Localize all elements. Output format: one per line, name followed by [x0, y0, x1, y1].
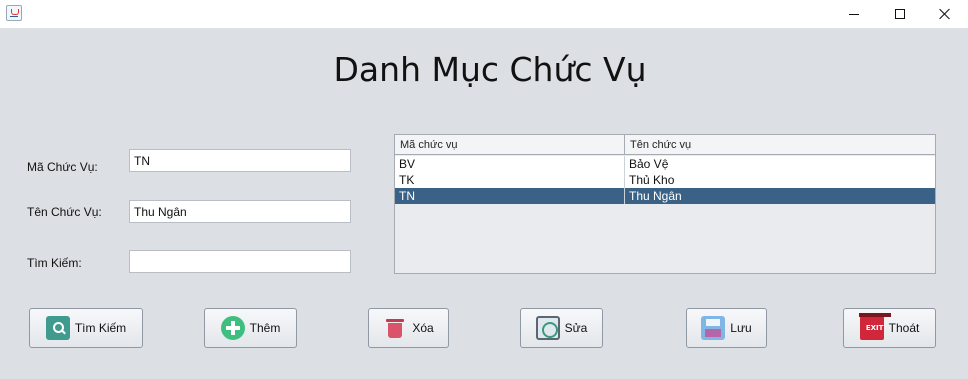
table-row[interactable]: BV Bảo Vệ: [395, 156, 935, 172]
exit-button[interactable]: EXIT Thoát: [843, 308, 936, 348]
column-header-code[interactable]: Mã chức vụ: [395, 135, 625, 155]
cell-code: BV: [395, 156, 625, 172]
exit-icon: EXIT: [858, 313, 891, 340]
search-label: Tìm Kiếm:: [27, 256, 82, 270]
add-button-label: Thêm: [249, 321, 281, 335]
edit-button[interactable]: Sửa: [520, 308, 603, 348]
code-label: Mã Chức Vụ:: [27, 160, 98, 174]
search-input[interactable]: [129, 250, 351, 273]
exit-button-label: Thoát: [888, 321, 920, 335]
cell-code: TN: [395, 188, 625, 204]
cell-name: Thu Ngân: [629, 189, 682, 203]
delete-button[interactable]: Xóa: [368, 308, 449, 348]
maximize-icon: [895, 9, 905, 19]
title-bar: [0, 0, 968, 28]
cell-name: Thủ Kho: [629, 173, 675, 187]
table-row-selected[interactable]: TN Thu Ngân: [395, 188, 935, 204]
page-title: Danh Mục Chức Vụ: [333, 50, 647, 89]
exit-icon-text: EXIT: [865, 324, 884, 332]
edit-button-label: Sửa: [564, 321, 588, 335]
close-icon: [939, 8, 951, 20]
save-button-label: Lưu: [730, 321, 752, 335]
column-header-name[interactable]: Tên chức vụ: [625, 135, 935, 155]
search-button-label: Tìm Kiếm: [74, 321, 127, 335]
search-icon: [45, 316, 70, 340]
search-button[interactable]: Tìm Kiếm: [29, 308, 143, 348]
save-button[interactable]: Lưu: [686, 308, 767, 348]
name-field[interactable]: [129, 200, 351, 223]
position-table[interactable]: Mã chức vụ Tên chức vụ BV Bảo Vệ TK Thủ …: [394, 134, 936, 274]
code-field[interactable]: [129, 149, 351, 172]
delete-button-label: Xóa: [412, 321, 434, 335]
table-row[interactable]: TK Thủ Kho: [395, 172, 935, 188]
trash-icon: [383, 316, 407, 340]
main-panel: Danh Mục Chức Vụ Mã Chức Vụ: Tên Chức Vụ…: [0, 28, 968, 379]
table-body: BV Bảo Vệ TK Thủ Kho TN Thu Ngân: [395, 156, 935, 204]
name-label: Tên Chức Vụ:: [27, 205, 102, 219]
java-app-icon: [6, 5, 22, 21]
add-button[interactable]: Thêm: [204, 308, 297, 348]
minimize-button[interactable]: [831, 0, 877, 28]
edit-icon: [535, 316, 560, 340]
cell-name: Bảo Vệ: [629, 157, 669, 171]
cell-code: TK: [395, 172, 625, 188]
floppy-disk-icon: [701, 316, 726, 340]
maximize-button[interactable]: [877, 0, 923, 28]
plus-icon: [220, 316, 245, 340]
table-header: Mã chức vụ Tên chức vụ: [395, 135, 935, 155]
minimize-icon: [849, 13, 859, 15]
close-button[interactable]: [922, 0, 968, 28]
